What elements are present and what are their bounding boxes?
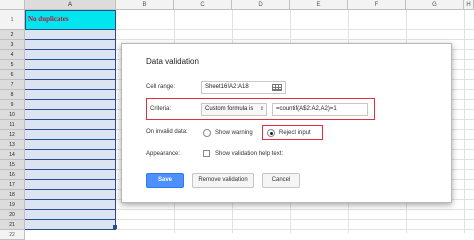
dialog-title: Data validation: [146, 57, 199, 66]
column-header-g[interactable]: G: [406, 0, 464, 10]
selected-cell[interactable]: [25, 90, 116, 100]
reject-input-label[interactable]: Reject input: [279, 130, 311, 136]
select-range-grid-icon[interactable]: [272, 84, 282, 91]
invalid-data-label: On invalid data:: [146, 129, 188, 135]
selected-cell[interactable]: [25, 80, 116, 90]
show-warning-label[interactable]: Show warning: [215, 130, 253, 136]
cell-a1-header[interactable]: No duplicates: [25, 10, 116, 30]
cell-range-value: Sheet16!A2:A18: [205, 84, 249, 90]
fill-handle[interactable]: [113, 225, 117, 229]
column-header-h[interactable]: H: [464, 0, 474, 10]
select-all-corner[interactable]: [0, 0, 25, 10]
save-button[interactable]: Save: [146, 173, 184, 188]
custom-formula-input[interactable]: =countif(A$2:A2,A2)=1: [272, 103, 368, 116]
row-header-14[interactable]: 14: [0, 150, 25, 160]
column-header-b[interactable]: B: [116, 0, 174, 10]
row-header-9[interactable]: 9: [0, 100, 25, 110]
row-header-22[interactable]: 22: [0, 230, 25, 240]
row-header-5[interactable]: 5: [0, 60, 25, 70]
row-header-13[interactable]: 13: [0, 140, 25, 150]
criteria-type-value: Custom formula is: [205, 106, 254, 112]
row-header-15[interactable]: 15: [0, 160, 25, 170]
selected-cell[interactable]: [25, 70, 116, 80]
selected-cell[interactable]: [25, 60, 116, 70]
row-header-4[interactable]: 4: [0, 50, 25, 60]
row-header-21[interactable]: 21: [0, 220, 25, 230]
selected-cell[interactable]: [25, 210, 116, 220]
row-header-1[interactable]: 1: [0, 10, 25, 30]
selected-cell[interactable]: [25, 190, 116, 200]
selected-cell[interactable]: [25, 50, 116, 60]
selected-cell[interactable]: [25, 200, 116, 210]
row-header-20[interactable]: 20: [0, 210, 25, 220]
row-header-19[interactable]: 19: [0, 200, 25, 210]
column-header-c[interactable]: C: [174, 0, 232, 10]
selected-cell[interactable]: [25, 110, 116, 120]
selected-cell[interactable]: [25, 40, 116, 50]
cell-range-input[interactable]: Sheet16!A2:A18: [201, 81, 286, 94]
row-header-2[interactable]: 2: [0, 30, 25, 40]
remove-validation-button[interactable]: Remove validation: [192, 173, 254, 188]
reject-input-radio[interactable]: [267, 129, 275, 137]
help-text-label[interactable]: Show validation help text:: [215, 151, 283, 157]
selected-cell[interactable]: [25, 170, 116, 180]
criteria-label: Criteria:: [150, 106, 172, 112]
data-validation-dialog: Data validation Cell range: Sheet16!A2:A…: [121, 43, 452, 203]
row-header-6[interactable]: 6: [0, 70, 25, 80]
show-warning-radio[interactable]: [203, 129, 211, 137]
row-header-3[interactable]: 3: [0, 40, 25, 50]
selected-cell[interactable]: [25, 130, 116, 140]
row-header-18[interactable]: 18: [0, 190, 25, 200]
selected-cell[interactable]: [25, 100, 116, 110]
selected-cell[interactable]: [25, 140, 116, 150]
row-header-8[interactable]: 8: [0, 90, 25, 100]
selected-cell[interactable]: [25, 120, 116, 130]
appearance-label: Appearance:: [146, 151, 181, 157]
row-header-12[interactable]: 12: [0, 130, 25, 140]
row-header-11[interactable]: 11: [0, 120, 25, 130]
row-header-16[interactable]: 16: [0, 170, 25, 180]
column-header-a[interactable]: A: [25, 0, 116, 10]
row-header-10[interactable]: 10: [0, 110, 25, 120]
dropdown-arrows-icon: ⇕: [259, 106, 264, 112]
criteria-type-select[interactable]: Custom formula is ⇕: [201, 103, 267, 116]
selected-cell[interactable]: [25, 160, 116, 170]
column-header-f[interactable]: F: [348, 0, 406, 10]
selected-cell[interactable]: [25, 150, 116, 160]
column-header-d[interactable]: D: [232, 0, 290, 10]
selected-cell[interactable]: [25, 220, 116, 230]
help-text-checkbox[interactable]: [203, 150, 210, 157]
cell-range-label: Cell range:: [146, 84, 176, 90]
selected-cell[interactable]: [25, 180, 116, 190]
row-header-7[interactable]: 7: [0, 80, 25, 90]
cancel-button[interactable]: Cancel: [262, 173, 300, 188]
row-header-17[interactable]: 17: [0, 180, 25, 190]
column-header-e[interactable]: E: [290, 0, 348, 10]
selected-cell[interactable]: [25, 30, 116, 40]
